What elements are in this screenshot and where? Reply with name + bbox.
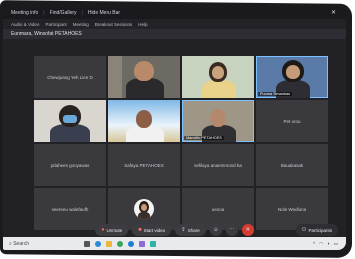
find-gallery-button[interactable]: Find/Gallery xyxy=(50,10,77,16)
participant-label: Puuma Simanbas xyxy=(258,92,292,96)
title-separator: | xyxy=(81,10,83,16)
meeting-window: Meeting info | Find/Gallery | Hide Meru … xyxy=(3,7,346,250)
participant-video-tile[interactable] xyxy=(108,56,180,98)
wifi-icon[interactable]: ◠ xyxy=(319,241,323,247)
participant-name: seereeu walefaufh xyxy=(51,206,89,212)
video-off-icon: ■ xyxy=(138,227,142,233)
participant-name: sefilaya anaemmond ba xyxy=(194,162,242,168)
participant-video xyxy=(134,61,154,81)
webex-icon[interactable] xyxy=(128,240,134,247)
participant-tile[interactable]: Pet orou xyxy=(256,100,328,142)
close-icon[interactable]: ✕ xyxy=(331,9,336,16)
title-separator: | xyxy=(43,10,45,16)
participant-video xyxy=(108,56,122,98)
start-video-label: Start video xyxy=(143,227,166,233)
participant-video-tile[interactable] xyxy=(182,56,254,98)
participant-video xyxy=(126,126,164,142)
meeting-title: Eunmara, Winsofat PETAHOES xyxy=(11,31,82,37)
smiley-icon: ☺ xyxy=(212,227,219,233)
share-label: Share xyxy=(187,227,200,233)
participant-video xyxy=(210,109,226,127)
unmute-label: Unmute xyxy=(106,227,123,233)
menu-audio-video[interactable]: Audio & Video xyxy=(11,22,39,27)
participants-label: Participants xyxy=(308,227,332,233)
participant-tile[interactable]: Bauakasak xyxy=(256,144,328,186)
menu-participant[interactable]: Participant xyxy=(45,22,66,27)
participant-tile[interactable]: Safaya PETAHOES xyxy=(108,144,180,186)
participant-video-tile[interactable]: Marcello PETAHOES xyxy=(182,100,254,142)
people-icon: ⚇ xyxy=(301,227,307,233)
participant-label: Marcello PETAHOES xyxy=(184,136,224,140)
participant-grid: Chewjuang Yeh Lien D Puuma Simanbas Marc… xyxy=(34,56,328,230)
share-icon: ⇪ xyxy=(181,227,186,233)
share-button[interactable]: ⇪ Share xyxy=(175,224,206,236)
participant-name: Pet orou xyxy=(283,118,301,124)
participant-video-tile[interactable] xyxy=(108,100,180,142)
participant-video xyxy=(126,78,164,98)
task-view-icon[interactable] xyxy=(84,240,90,247)
more-icon: ⋯ xyxy=(229,227,235,233)
taskbar-search-label: Search xyxy=(13,240,30,247)
face-mask xyxy=(63,115,77,123)
edge-icon[interactable] xyxy=(95,240,101,247)
participant-tile[interactable]: sefilaya anaemmond ba xyxy=(182,144,254,186)
meeting-title-bar: Eunmara, Winsofat PETAHOES xyxy=(3,29,346,39)
more-options-button[interactable]: ⋯ xyxy=(225,224,238,236)
menu-meeting[interactable]: Meeting xyxy=(73,22,89,27)
chevron-up-icon[interactable]: ^ xyxy=(313,241,315,247)
file-explorer-icon[interactable] xyxy=(106,240,112,247)
participant-video-tile[interactable]: Puuma Simanbas xyxy=(256,56,328,98)
menu-bar: Audio & Video Participant Meeting Breako… xyxy=(3,19,346,29)
menu-help[interactable]: Help xyxy=(138,22,147,27)
leave-meeting-button[interactable]: ✕ xyxy=(241,224,254,236)
store-icon[interactable] xyxy=(139,240,145,247)
taskbar: ⌕ Search ^ ◠ ◖ ▭ xyxy=(3,237,346,250)
participant-video xyxy=(136,110,152,128)
unmute-button[interactable]: ● Unmute xyxy=(95,224,129,236)
participants-button[interactable]: ⚇ Participants xyxy=(295,224,338,236)
microphone-muted-icon: ● xyxy=(101,227,105,233)
title-bar: Meeting info | Find/Gallery | Hide Meru … xyxy=(3,7,346,19)
menu-breakout-sessions[interactable]: Breakout Sessions xyxy=(95,22,133,27)
meeting-info-button[interactable]: Meeting info xyxy=(11,10,38,16)
participant-name: Bauakasak xyxy=(280,162,304,168)
reactions-button[interactable]: ☺ xyxy=(209,224,222,236)
participant-video xyxy=(212,66,224,79)
avatar xyxy=(134,199,154,219)
battery-icon[interactable]: ▭ xyxy=(334,241,338,247)
participant-name: Chewjuang Yeh Lien D xyxy=(47,74,93,80)
close-icon: ✕ xyxy=(245,227,251,233)
avatar-body xyxy=(138,212,150,219)
participant-name: Safaya PETAHOES xyxy=(124,162,164,168)
participant-video xyxy=(202,80,236,98)
avatar-face xyxy=(141,204,147,211)
app-icon[interactable] xyxy=(150,240,156,247)
participant-name: Nole Wedlona xyxy=(277,206,307,212)
volume-icon[interactable]: ◖ xyxy=(327,241,330,247)
start-video-button[interactable]: ■ Start video xyxy=(132,224,172,236)
hide-menu-bar-button[interactable]: Hide Meru Bar xyxy=(88,10,120,16)
participant-name: uenoa xyxy=(211,206,225,212)
meeting-controls: ● Unmute ■ Start video ⇪ Share ☺ ⋯ ✕ ⚇ P… xyxy=(3,223,346,237)
search-icon: ⌕ xyxy=(9,240,12,247)
participant-tile[interactable]: Chewjuang Yeh Lien D xyxy=(34,56,106,98)
participant-tile[interactable]: pdahees gooyawas xyxy=(34,144,106,186)
taskbar-search[interactable]: ⌕ Search xyxy=(9,241,79,247)
system-tray: ^ ◠ ◖ ▭ xyxy=(313,241,338,247)
chrome-icon[interactable] xyxy=(117,240,123,247)
participant-video xyxy=(286,65,300,79)
participant-name: pdahees gooyawas xyxy=(50,162,90,168)
participant-video-tile[interactable] xyxy=(34,100,106,142)
